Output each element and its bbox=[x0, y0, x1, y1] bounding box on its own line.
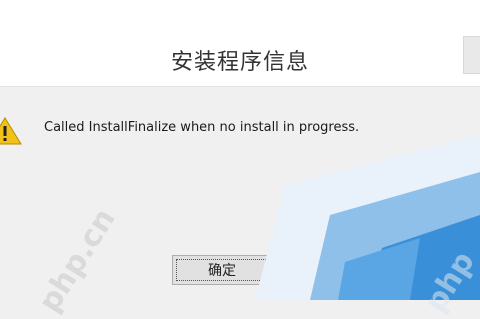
warning-icon bbox=[0, 117, 22, 145]
close-button[interactable] bbox=[463, 36, 480, 74]
ok-button[interactable]: 确定 bbox=[172, 255, 272, 285]
dialog-title: 安装程序信息 bbox=[170, 50, 309, 75]
dialog-titlebar[interactable]: 安装程序信息 bbox=[0, 0, 480, 87]
dialog-message: Called InstallFinalize when no install i… bbox=[44, 120, 360, 135]
focus-rectangle bbox=[176, 259, 268, 281]
